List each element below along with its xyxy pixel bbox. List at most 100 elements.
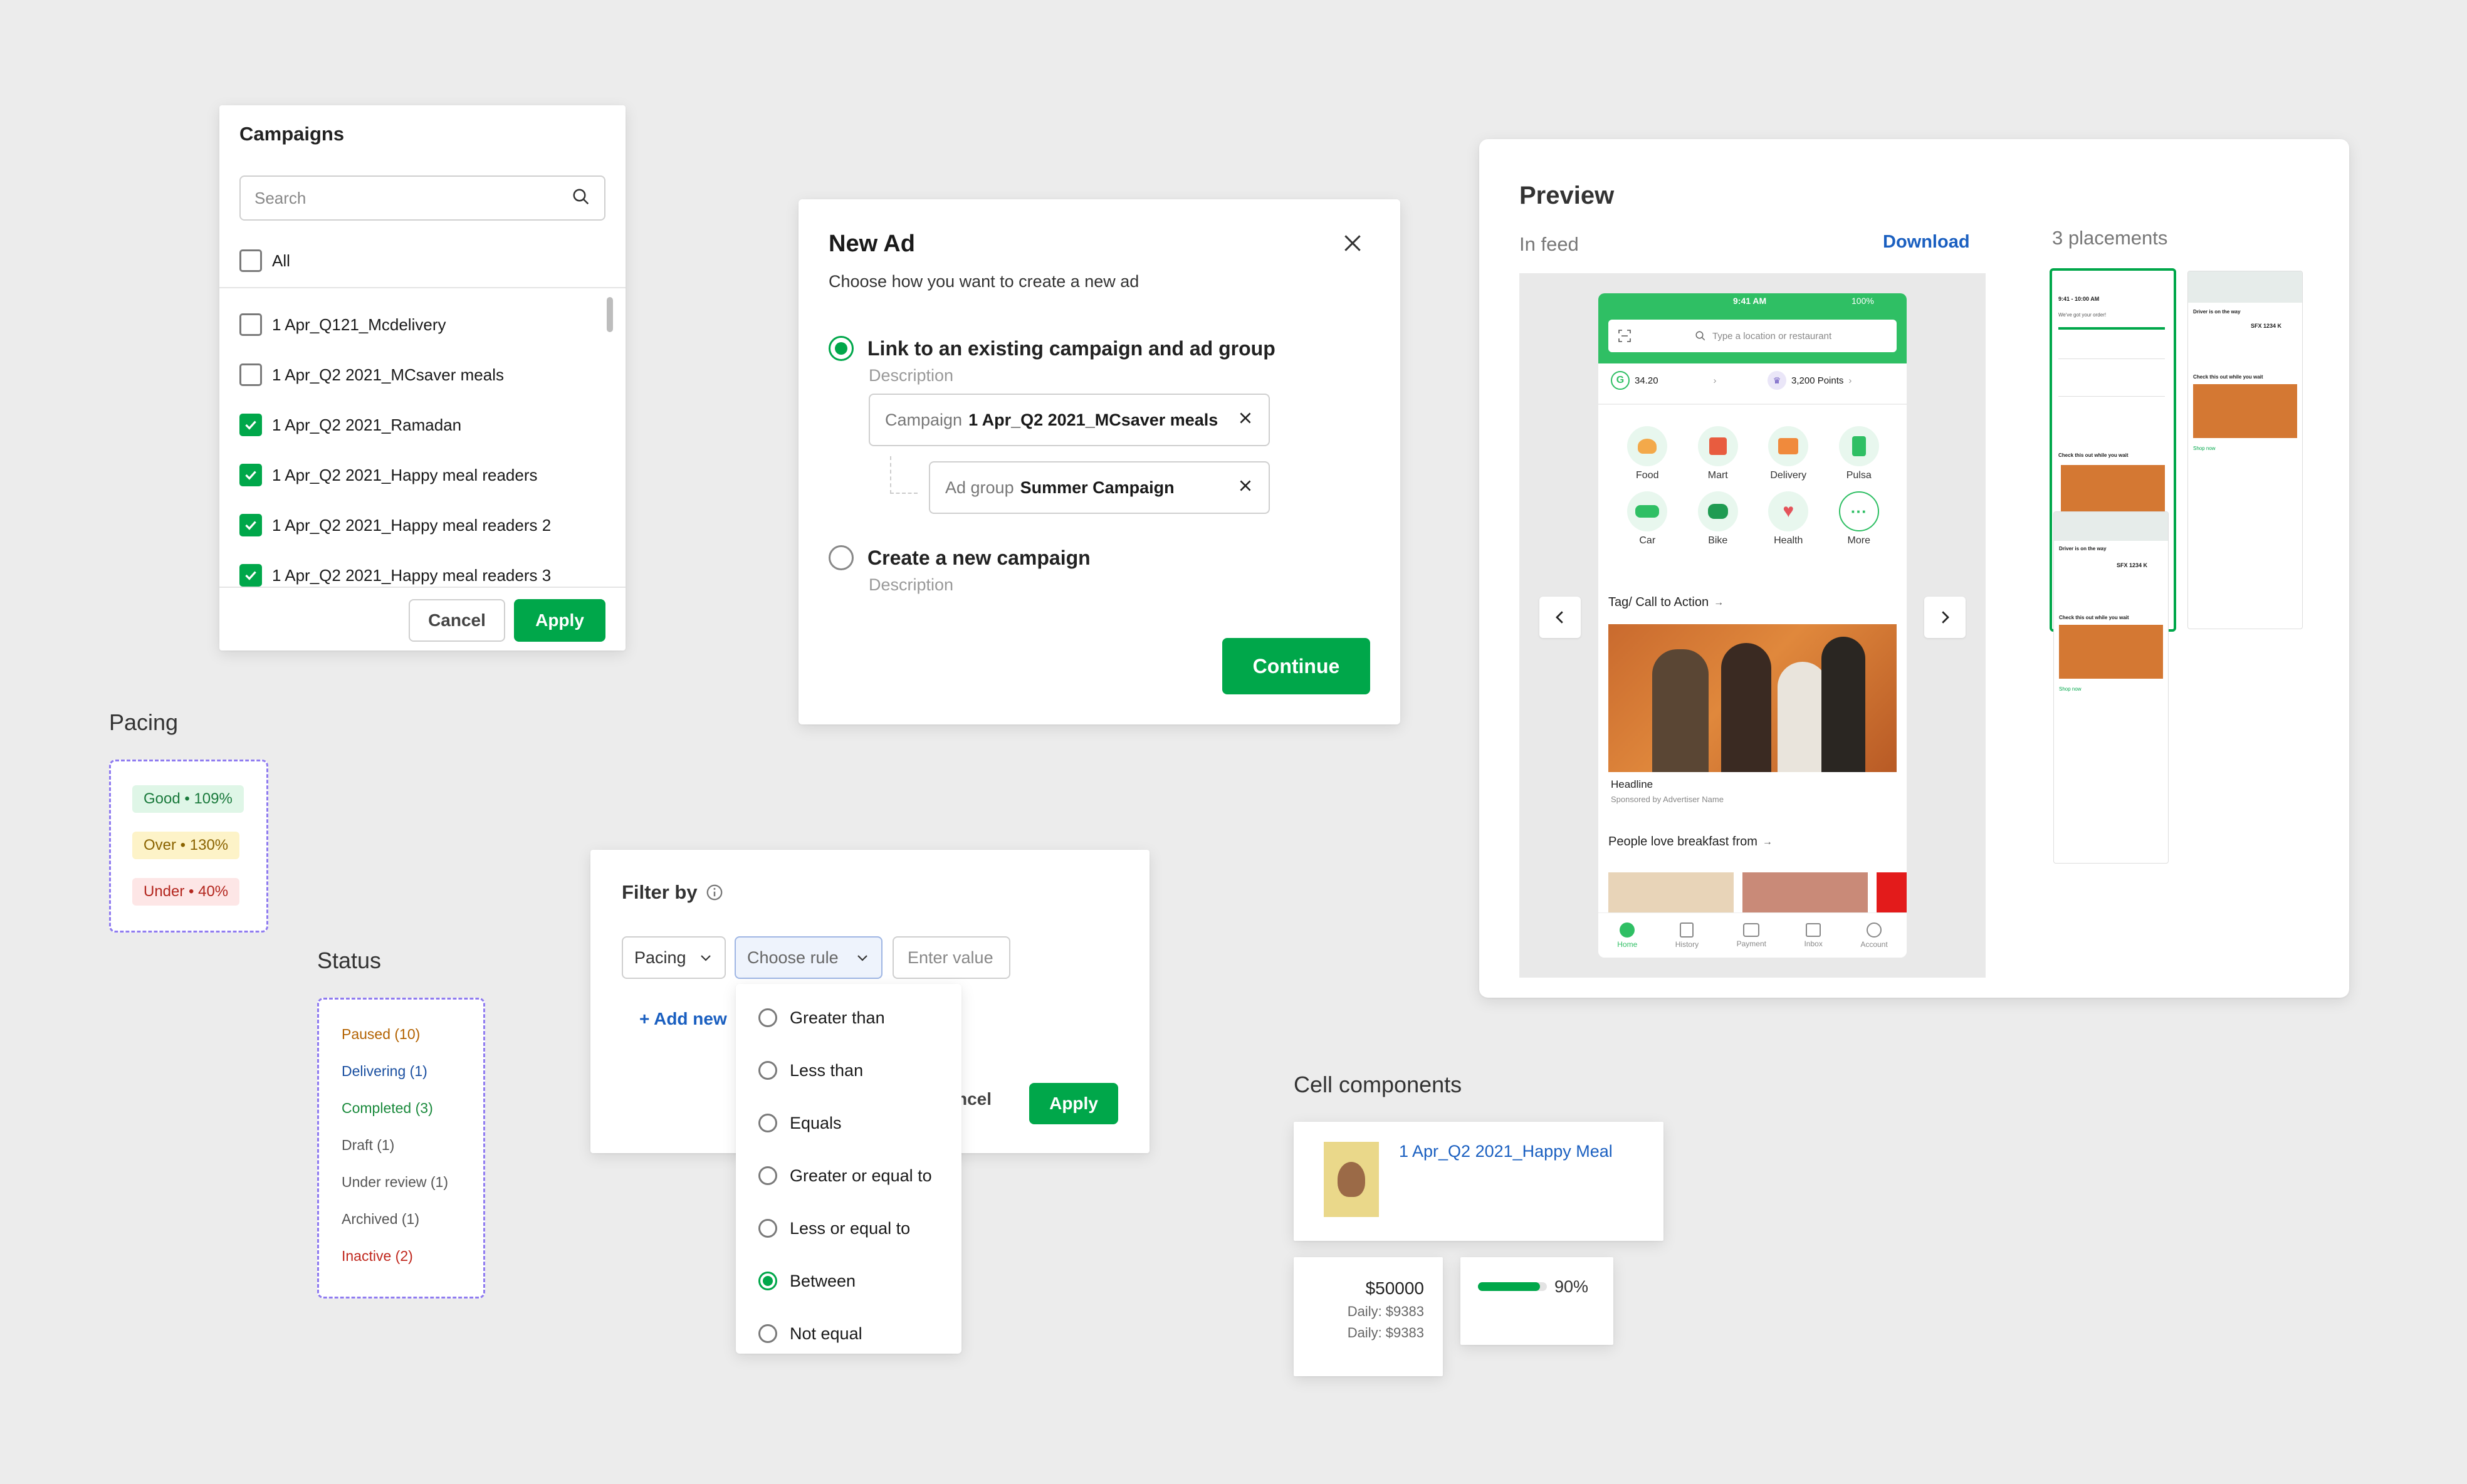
search-input[interactable]: Search bbox=[239, 175, 605, 221]
delivery-icon bbox=[1768, 426, 1809, 466]
value-input[interactable]: Enter value bbox=[893, 936, 1010, 979]
rule-option[interactable]: Greater or equal to bbox=[736, 1149, 961, 1202]
food-thumb[interactable] bbox=[1742, 872, 1868, 912]
list-item[interactable]: 1 Apr_Q2 2021_Ramadan bbox=[239, 400, 590, 450]
list-item[interactable]: 1 Apr_Q2 2021_MCsaver meals bbox=[239, 350, 590, 400]
rule-dropdown: Greater than Less than Equals Greater or… bbox=[736, 984, 961, 1354]
radio-option[interactable] bbox=[758, 1114, 777, 1132]
radio-option[interactable] bbox=[758, 1061, 777, 1080]
clear-icon[interactable] bbox=[1237, 478, 1254, 498]
radio-selected[interactable] bbox=[829, 336, 854, 361]
list-item[interactable]: 1 Apr_Q2 2021_Happy meal readers 3 bbox=[239, 550, 590, 600]
checkbox-checked[interactable] bbox=[239, 564, 262, 587]
rule-select[interactable]: Choose rule bbox=[735, 936, 883, 979]
nav-payment[interactable]: Payment bbox=[1737, 922, 1766, 948]
checkbox-box[interactable] bbox=[239, 313, 262, 336]
status-delivering: Delivering (1) bbox=[342, 1063, 427, 1079]
radio-option-selected[interactable] bbox=[758, 1272, 777, 1290]
download-link[interactable]: Download bbox=[1883, 232, 1970, 253]
service-mart[interactable]: Mart bbox=[1697, 426, 1738, 481]
service-delivery[interactable]: Delivery bbox=[1768, 426, 1809, 481]
list-item[interactable]: 1 Apr_Q121_Mcdelivery bbox=[239, 300, 590, 350]
chevron-down-icon bbox=[857, 955, 867, 961]
option-existing-campaign[interactable]: Link to an existing campaign and ad grou… bbox=[829, 336, 1275, 361]
continue-button[interactable]: Continue bbox=[1222, 638, 1370, 694]
cancel-button[interactable]: ncel bbox=[956, 1089, 992, 1109]
list-item[interactable]: 1 Apr_Q2 2021_Happy meal readers 2 bbox=[239, 500, 590, 550]
rule-option[interactable]: Greater than bbox=[736, 991, 961, 1044]
service-food[interactable]: Food bbox=[1627, 426, 1668, 481]
adgroup-chip[interactable]: Ad group Summer Campaign bbox=[929, 461, 1270, 514]
clear-icon[interactable] bbox=[1237, 410, 1254, 431]
rule-option[interactable]: Less than bbox=[736, 1044, 961, 1097]
cancel-button[interactable]: Cancel bbox=[409, 599, 505, 642]
list-item-label: 1 Apr_Q2 2021_Happy meal readers bbox=[272, 465, 538, 484]
wallet-icon bbox=[1743, 922, 1760, 937]
option-new-campaign[interactable]: Create a new campaign bbox=[829, 545, 1091, 570]
nav-account[interactable]: Account bbox=[1860, 922, 1888, 949]
service-more[interactable]: ··· More bbox=[1838, 491, 1879, 546]
daily-value: Daily: $9383 bbox=[1347, 1325, 1424, 1340]
people-love-row[interactable]: People love breakfast from → bbox=[1608, 835, 1773, 849]
preview-panel: Preview In feed Download 3 placements 9:… bbox=[1479, 139, 2349, 998]
in-feed-label: In feed bbox=[1519, 233, 1579, 255]
chevron-right-icon bbox=[1942, 611, 1949, 624]
scan-icon bbox=[1618, 330, 1631, 342]
radio-option[interactable] bbox=[758, 1324, 777, 1343]
radio-option[interactable] bbox=[758, 1166, 777, 1185]
add-new-link[interactable]: + Add new bbox=[639, 1009, 727, 1029]
close-icon[interactable] bbox=[1340, 231, 1365, 259]
search-icon bbox=[572, 187, 590, 209]
placement-thumb[interactable]: Driver is on the way SFX 1234 K Check th… bbox=[2053, 511, 2169, 864]
field-select[interactable]: Pacing bbox=[622, 936, 726, 979]
rule-option[interactable]: Less or equal to bbox=[736, 1202, 961, 1255]
list-item-label: 1 Apr_Q121_Mcdelivery bbox=[272, 315, 446, 334]
food-thumb[interactable] bbox=[1608, 872, 1734, 912]
checkbox-box[interactable] bbox=[239, 249, 262, 272]
next-button[interactable] bbox=[1924, 597, 1966, 638]
checkbox-all[interactable]: All bbox=[239, 249, 290, 272]
radio-option[interactable] bbox=[758, 1219, 777, 1238]
service-bike[interactable]: Bike bbox=[1697, 491, 1738, 546]
placement-thumb[interactable]: Driver is on the way SFX 1234 K Check th… bbox=[2187, 271, 2303, 629]
campaigns-panel: Campaigns Search All 1 Apr_Q121_Mcdelive… bbox=[219, 105, 626, 651]
checkbox-box[interactable] bbox=[239, 363, 262, 386]
check-icon bbox=[245, 471, 256, 480]
service-pulsa[interactable]: Pulsa bbox=[1838, 426, 1879, 481]
campaign-link[interactable]: 1 Apr_Q2 2021_Happy Meal bbox=[1399, 1142, 1613, 1161]
apply-button[interactable]: Apply bbox=[514, 599, 605, 642]
radio-option[interactable] bbox=[758, 1008, 777, 1027]
rule-option[interactable]: Not equal bbox=[736, 1307, 961, 1360]
filter-title: Filter by bbox=[622, 881, 698, 903]
bottom-nav: Home History Payment Inbox Account bbox=[1598, 912, 1907, 958]
apply-button[interactable]: Apply bbox=[1029, 1083, 1118, 1124]
campaign-prefix: Campaign bbox=[885, 410, 963, 429]
status-under-review: Under review (1) bbox=[342, 1174, 448, 1190]
bike-icon bbox=[1697, 491, 1738, 531]
pulsa-icon bbox=[1838, 426, 1879, 466]
people-love-label: People love breakfast from bbox=[1608, 835, 1757, 849]
account-icon bbox=[1867, 922, 1882, 938]
checkbox-checked[interactable] bbox=[239, 464, 262, 486]
scrollbar[interactable] bbox=[607, 297, 613, 332]
checkbox-checked[interactable] bbox=[239, 414, 262, 436]
status-completed: Completed (3) bbox=[342, 1100, 433, 1116]
nav-inbox[interactable]: Inbox bbox=[1804, 922, 1823, 948]
radio-unselected[interactable] bbox=[829, 545, 854, 570]
phone-search[interactable]: Type a location or restaurant bbox=[1608, 320, 1897, 352]
service-car[interactable]: Car bbox=[1627, 491, 1668, 546]
prev-button[interactable] bbox=[1539, 597, 1581, 638]
adgroup-prefix: Ad group bbox=[945, 478, 1014, 497]
check-icon bbox=[245, 571, 256, 580]
nav-history[interactable]: History bbox=[1675, 922, 1699, 949]
service-health[interactable]: ♥ Health bbox=[1768, 491, 1809, 546]
nav-home[interactable]: Home bbox=[1617, 922, 1637, 949]
rule-option-selected[interactable]: Between bbox=[736, 1255, 961, 1307]
checkbox-checked[interactable] bbox=[239, 514, 262, 536]
rule-option[interactable]: Equals bbox=[736, 1097, 961, 1149]
food-thumb[interactable] bbox=[1877, 872, 1907, 912]
new-ad-dialog: New Ad Choose how you want to create a n… bbox=[799, 199, 1400, 724]
tag-cta[interactable]: Tag/ Call to Action → bbox=[1608, 595, 1724, 610]
campaign-chip[interactable]: Campaign 1 Apr_Q2 2021_MCsaver meals bbox=[869, 394, 1270, 446]
list-item[interactable]: 1 Apr_Q2 2021_Happy meal readers bbox=[239, 450, 590, 500]
